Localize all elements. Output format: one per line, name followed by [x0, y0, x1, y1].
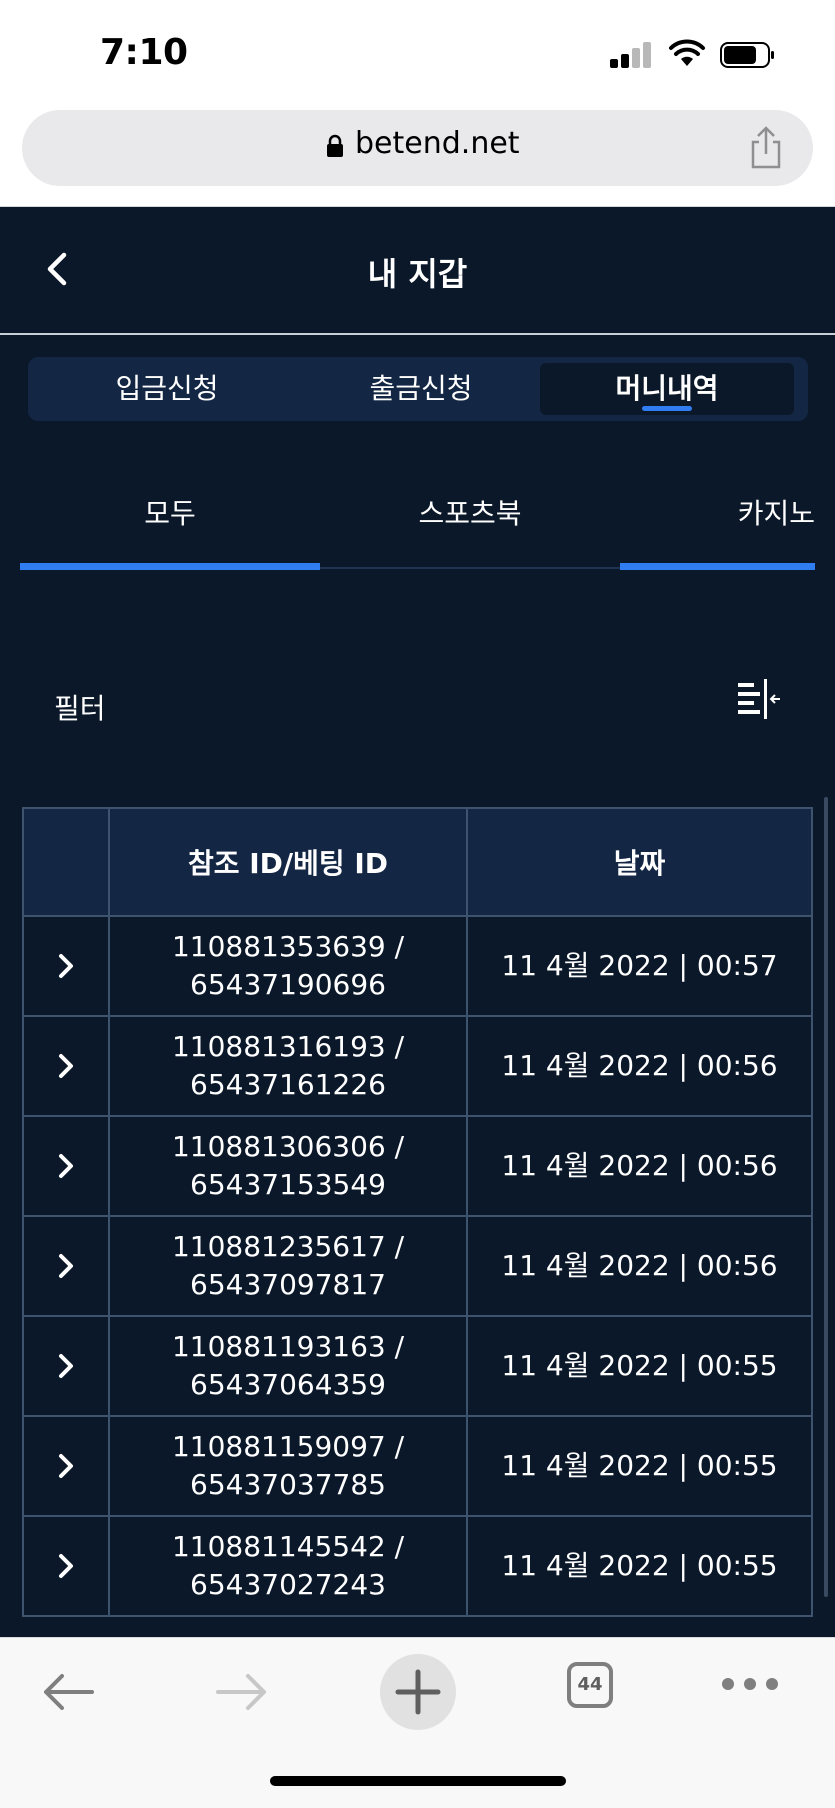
date-cell: 11 4월 2022 | 00:56 — [466, 1015, 813, 1117]
tab-sportsbook[interactable]: 스포츠북 — [320, 469, 620, 559]
row-expand-chevron-icon — [59, 1054, 73, 1078]
home-indicator — [270, 1776, 566, 1786]
wallet-segment-control: 입금신청 출금신청 머니내역 — [28, 357, 808, 421]
ref-bet-id-cell: 110881159097 / 65437037785 — [108, 1415, 468, 1517]
tab-label: 스포츠북 — [418, 497, 522, 530]
segment-label: 출금신청 — [369, 372, 473, 405]
table-scrollbar[interactable] — [824, 797, 828, 1597]
table-row[interactable]: 110881235617 / 65437097817 11 4월 2022 | 0… — [22, 1215, 813, 1317]
forward-arrow-icon[interactable] — [214, 1670, 270, 1714]
ref-id: 110881316193 / — [171, 1030, 405, 1063]
tab-label: 모두 — [144, 497, 196, 530]
battery-icon — [720, 42, 774, 68]
date-cell: 11 4월 2022 | 00:55 — [466, 1315, 813, 1417]
ref-id: 110881353639 / — [171, 930, 405, 963]
table-row[interactable]: 110881306306 / 65437153549 11 4월 2022 | 0… — [22, 1115, 813, 1217]
wifi-icon — [669, 39, 705, 66]
row-expand-button[interactable] — [22, 1415, 110, 1517]
row-expand-button[interactable] — [22, 915, 110, 1017]
column-header-date: 날짜 — [466, 807, 813, 917]
segment-label: 입금신청 — [115, 372, 219, 405]
back-arrow-icon[interactable] — [40, 1670, 96, 1714]
bet-id: 65437027243 — [190, 1568, 386, 1601]
ref-bet-id-cell: 110881235617 / 65437097817 — [108, 1215, 468, 1317]
ref-id: 110881193163 / — [171, 1330, 405, 1363]
bet-id: 65437161226 — [190, 1068, 386, 1101]
page-title: 내 지갑 — [367, 255, 468, 293]
row-expand-chevron-icon — [59, 1254, 73, 1278]
url-host: betend.net — [355, 126, 520, 161]
tab-casino[interactable]: 카지노 — [620, 469, 835, 559]
segment-deposit[interactable]: 입금신청 — [40, 363, 294, 415]
tab-indicator-casino — [620, 563, 815, 570]
ref-id: 110881235617 / — [171, 1230, 405, 1263]
row-expand-chevron-icon — [59, 1454, 73, 1478]
share-icon[interactable] — [747, 126, 785, 170]
tab-count: 44 — [577, 1674, 603, 1695]
lock-icon — [327, 134, 343, 157]
row-expand-button[interactable] — [22, 1215, 110, 1317]
more-icon[interactable] — [720, 1676, 780, 1692]
status-bar: 7:10 — [0, 0, 835, 105]
page-header: 내 지갑 — [0, 207, 835, 333]
table-row[interactable]: 110881353639 / 65437190696 11 4월 2022 | 0… — [22, 915, 813, 1017]
date-cell: 11 4월 2022 | 00:57 — [466, 915, 813, 1017]
row-expand-button[interactable] — [22, 1015, 110, 1117]
plus-icon[interactable] — [378, 1652, 458, 1732]
signal-icon — [610, 42, 654, 68]
column-header-expand — [22, 807, 110, 917]
ref-bet-id-cell: 110881353639 / 65437190696 — [108, 915, 468, 1017]
status-time: 7:10 — [100, 32, 188, 73]
tabs-icon[interactable]: 44 — [567, 1662, 613, 1708]
table-row[interactable]: 110881145542 / 65437027243 11 4월 2022 | 0… — [22, 1515, 813, 1617]
ref-id: 110881145542 / — [171, 1530, 405, 1563]
table-row[interactable]: 110881159097 / 65437037785 11 4월 2022 | 0… — [22, 1415, 813, 1517]
segment-label: 머니내역 — [615, 372, 719, 405]
row-expand-button[interactable] — [22, 1515, 110, 1617]
segment-money-history[interactable]: 머니내역 — [540, 363, 794, 415]
tab-label: 카지노 — [737, 497, 815, 530]
filter-sort-icon[interactable] — [734, 677, 782, 723]
table-row[interactable]: 110881316193 / 65437161226 11 4월 2022 | 0… — [22, 1015, 813, 1117]
table-row[interactable]: 110881193163 / 65437064359 11 4월 2022 | 0… — [22, 1315, 813, 1417]
date-cell: 11 4월 2022 | 00:56 — [466, 1115, 813, 1217]
ref-bet-id-cell: 110881193163 / 65437064359 — [108, 1315, 468, 1417]
row-expand-chevron-icon — [59, 1154, 73, 1178]
wallet-page: 내 지갑 입금신청 출금신청 머니내역 모두 스포츠북 카지노 필터 참조 ID… — [0, 207, 835, 1637]
row-expand-button[interactable] — [22, 1315, 110, 1417]
row-expand-button[interactable] — [22, 1115, 110, 1217]
filter-label[interactable]: 필터 — [54, 687, 106, 727]
segment-withdraw[interactable]: 출금신청 — [294, 363, 548, 415]
date-cell: 11 4월 2022 | 00:55 — [466, 1415, 813, 1517]
row-expand-chevron-icon — [59, 954, 73, 978]
address-bar[interactable]: betend.net — [22, 110, 813, 186]
table-header-row: 참조 ID/베팅 ID 날짜 — [22, 807, 813, 917]
ref-bet-id-cell: 110881145542 / 65437027243 — [108, 1515, 468, 1617]
tab-active-indicator — [20, 563, 320, 570]
row-expand-chevron-icon — [59, 1354, 73, 1378]
bet-id: 65437097817 — [190, 1268, 386, 1301]
segment-active-indicator — [642, 406, 692, 411]
column-header-ref-id: 참조 ID/베팅 ID — [108, 807, 468, 917]
ref-bet-id-cell: 110881316193 / 65437161226 — [108, 1015, 468, 1117]
date-cell: 11 4월 2022 | 00:56 — [466, 1215, 813, 1317]
bet-id: 65437153549 — [190, 1168, 386, 1201]
header-divider — [0, 333, 835, 335]
ref-id: 110881306306 / — [171, 1130, 405, 1163]
category-tabs: 모두 스포츠북 카지노 — [0, 469, 835, 569]
transaction-table: 참조 ID/베팅 ID 날짜 110881353639 / 65437190696… — [22, 807, 813, 1617]
date-cell: 11 4월 2022 | 00:55 — [466, 1515, 813, 1617]
bet-id: 65437190696 — [190, 968, 386, 1001]
bet-id: 65437037785 — [190, 1468, 386, 1501]
row-expand-chevron-icon — [59, 1554, 73, 1578]
tab-all[interactable]: 모두 — [20, 469, 320, 559]
ref-id: 110881159097 / — [171, 1430, 405, 1463]
ref-bet-id-cell: 110881306306 / 65437153549 — [108, 1115, 468, 1217]
bet-id: 65437064359 — [190, 1368, 386, 1401]
